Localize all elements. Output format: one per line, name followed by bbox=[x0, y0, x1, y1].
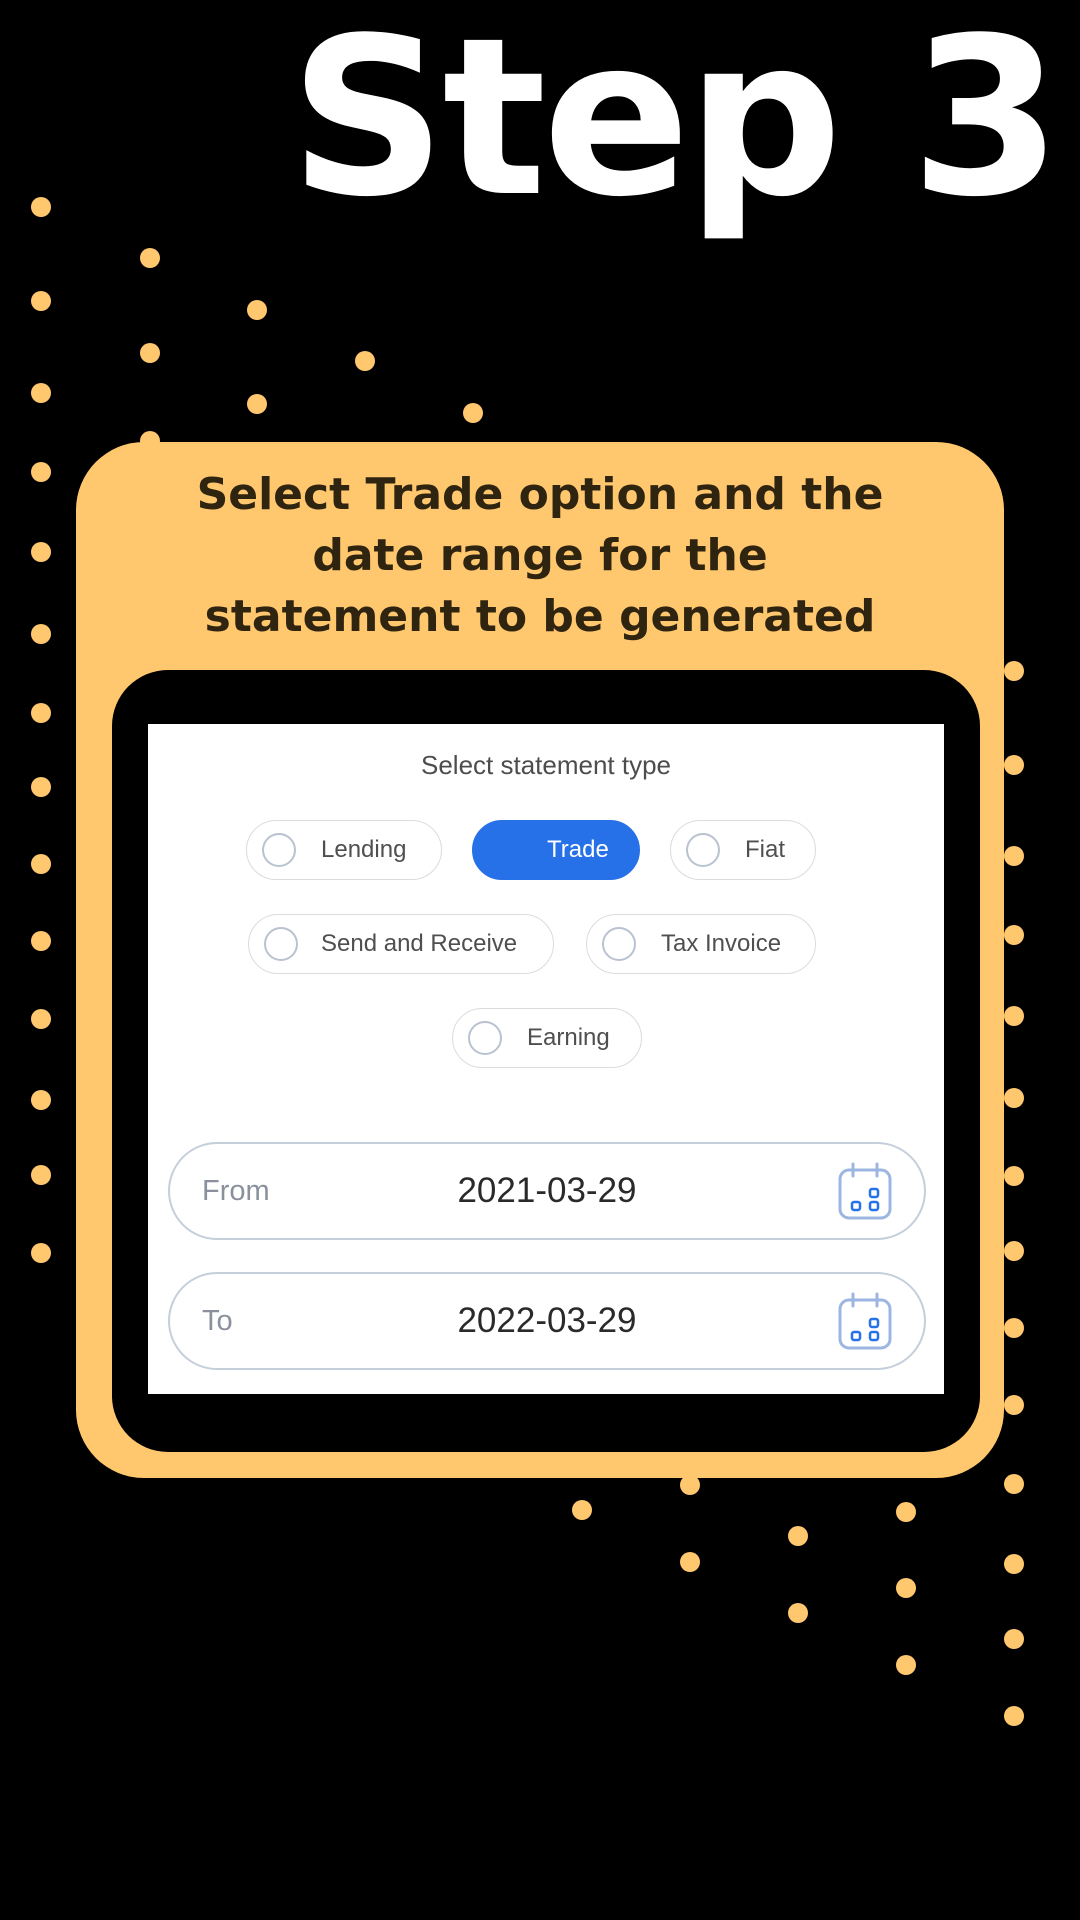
step-title: Step 3 bbox=[289, 0, 1062, 245]
option-send-and-receive[interactable]: Send and Receive bbox=[248, 914, 554, 974]
to-date-field[interactable]: To 2022-03-29 bbox=[168, 1272, 926, 1370]
option-label: Lending bbox=[321, 836, 407, 863]
instruction-card: Select Trade option and the date range f… bbox=[76, 442, 1004, 1478]
radio-check-icon bbox=[488, 833, 522, 867]
from-date-field[interactable]: From 2021-03-29 bbox=[168, 1142, 926, 1240]
instruction-line-2: date range for the bbox=[312, 530, 768, 581]
radio-icon bbox=[468, 1021, 502, 1055]
option-trade[interactable]: Trade bbox=[472, 820, 640, 880]
instruction-line-1: Select Trade option and the bbox=[196, 469, 884, 520]
statement-type-label: Select statement type bbox=[420, 750, 672, 780]
option-label: Send and Receive bbox=[321, 930, 518, 957]
calendar-icon[interactable] bbox=[838, 1162, 892, 1220]
statement-screen: Select statement type Lending Trade Fiat bbox=[148, 724, 944, 1394]
option-lending[interactable]: Lending bbox=[246, 820, 442, 880]
option-label: Trade bbox=[547, 836, 609, 863]
option-label: Earning bbox=[527, 1024, 610, 1051]
radio-icon bbox=[264, 927, 298, 961]
radio-icon bbox=[602, 927, 636, 961]
radio-icon bbox=[686, 833, 720, 867]
option-label: Tax Invoice bbox=[661, 930, 782, 957]
option-label: Fiat bbox=[745, 836, 786, 863]
to-date-value: 2022-03-29 bbox=[457, 1301, 637, 1340]
phone-frame: Select statement type Lending Trade Fiat bbox=[112, 670, 980, 1452]
option-tax-invoice[interactable]: Tax Invoice bbox=[586, 914, 816, 974]
option-fiat[interactable]: Fiat bbox=[670, 820, 816, 880]
instruction-text: Select Trade option and the date range f… bbox=[76, 464, 1004, 647]
option-earning[interactable]: Earning bbox=[452, 1008, 642, 1068]
instruction-line-3: statement to be generated bbox=[204, 591, 876, 642]
calendar-icon[interactable] bbox=[838, 1292, 892, 1350]
from-date-value: 2021-03-29 bbox=[457, 1171, 637, 1210]
radio-icon bbox=[262, 833, 296, 867]
